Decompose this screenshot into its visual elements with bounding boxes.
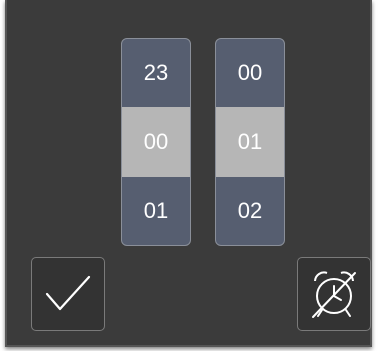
minute-selected[interactable]: 01 [216, 107, 284, 177]
minute-next[interactable]: 02 [216, 177, 284, 245]
minute-drum[interactable]: 00 01 02 [215, 38, 285, 246]
hour-prev[interactable]: 23 [122, 39, 190, 107]
minute-prev[interactable]: 00 [216, 39, 284, 107]
checkmark-icon [43, 274, 93, 314]
confirm-button[interactable] [31, 257, 105, 331]
alarm-off-button[interactable] [297, 257, 371, 331]
hour-next[interactable]: 01 [122, 177, 190, 245]
alarm-clock-off-icon [307, 267, 361, 321]
hour-drum[interactable]: 23 00 01 [121, 38, 191, 246]
time-picker-dialog: 23 00 01 00 01 02 [5, 0, 372, 347]
hour-selected[interactable]: 00 [122, 107, 190, 177]
